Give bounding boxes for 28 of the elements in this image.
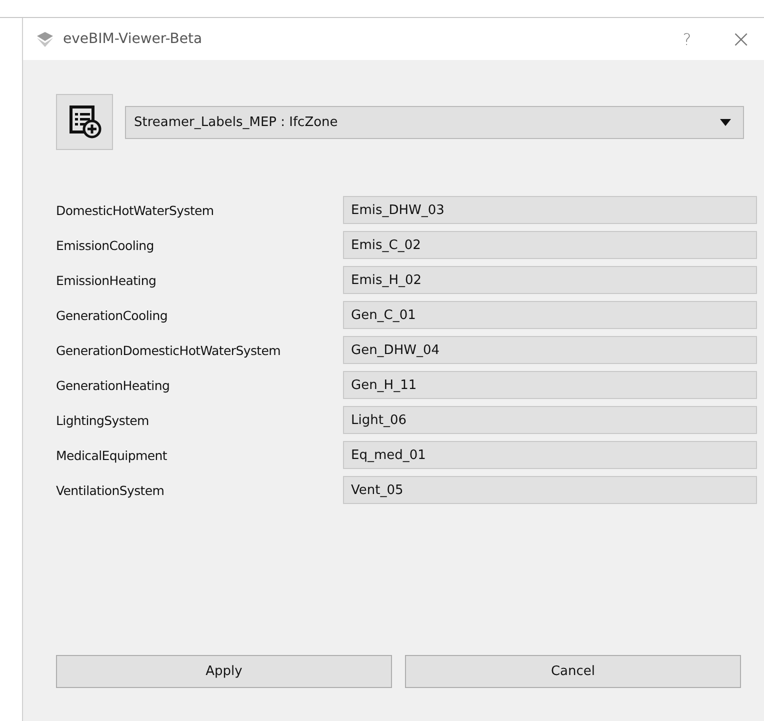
layer-dropdown[interactable]: Streamer_Labels_MEP : IfcZone bbox=[125, 106, 744, 138]
property-label: GenerationHeating bbox=[56, 378, 171, 392]
property-label: VentilationSystem bbox=[56, 482, 166, 498]
property-value-field[interactable]: Eq_med_01 bbox=[343, 441, 757, 469]
property-value-field[interactable]: Gen_DHW_04 bbox=[343, 336, 757, 364]
window-title: eveBIM-Viewer-Beta bbox=[63, 31, 204, 47]
property-value-field[interactable]: Vent_05 bbox=[343, 476, 757, 504]
property-label: MedicalEquipment bbox=[56, 448, 168, 462]
property-label: GenerationDomesticHotWaterSystem bbox=[56, 342, 282, 358]
help-button[interactable]: ? bbox=[664, 19, 710, 59]
property-label: EmissionHeating bbox=[56, 272, 158, 288]
property-value-field[interactable]: Gen_C_01 bbox=[343, 301, 757, 329]
caret-icon bbox=[720, 118, 731, 126]
property-value-field[interactable]: Emis_DHW_03 bbox=[343, 196, 757, 224]
property-value-field[interactable]: Light_06 bbox=[343, 406, 757, 434]
list-add-icon bbox=[68, 105, 102, 139]
property-label: EmissionCooling bbox=[56, 238, 155, 252]
property-value-field[interactable]: Gen_H_11 bbox=[343, 371, 757, 399]
app-logo-icon bbox=[35, 30, 55, 48]
property-label: GenerationCooling bbox=[56, 308, 168, 322]
close-button[interactable]: × bbox=[718, 19, 764, 59]
property-value-field[interactable]: Emis_H_02 bbox=[343, 266, 757, 294]
add-list-button[interactable] bbox=[56, 94, 113, 150]
property-label: DomesticHotWaterSystem bbox=[56, 202, 215, 218]
property-label: LightingSystem bbox=[56, 412, 150, 428]
cancel-button[interactable]: Cancel bbox=[405, 655, 741, 688]
property-value-field[interactable]: Emis_C_02 bbox=[343, 231, 757, 259]
apply-button[interactable]: Apply bbox=[56, 655, 392, 688]
